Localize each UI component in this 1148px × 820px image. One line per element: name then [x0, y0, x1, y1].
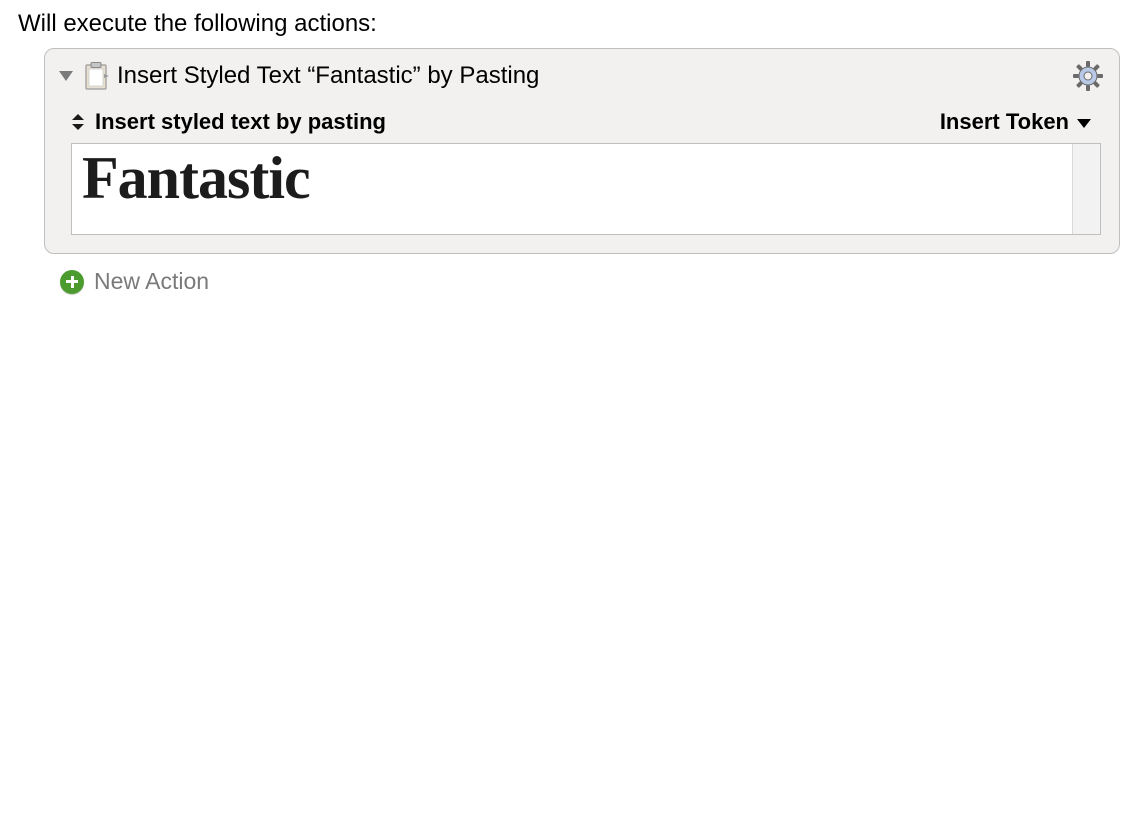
new-action-label: New Action	[94, 268, 209, 295]
action-subtitle-row: Insert styled text by pasting Insert Tok…	[45, 99, 1119, 143]
insert-token-button[interactable]: Insert Token	[940, 109, 1091, 135]
gear-icon	[1072, 60, 1104, 92]
clipboard-icon	[83, 62, 109, 90]
disclosure-triangle-icon[interactable]	[59, 71, 73, 81]
section-header: Will execute the following actions:	[0, 0, 1148, 48]
insert-token-label: Insert Token	[940, 109, 1069, 135]
plus-circle-icon	[60, 270, 84, 294]
text-input-container: Fantastic	[45, 143, 1119, 253]
chevron-down-icon	[1077, 119, 1091, 128]
gear-button[interactable]	[1071, 59, 1105, 93]
stepper-icon[interactable]	[71, 112, 85, 132]
styled-text-value[interactable]: Fantastic	[72, 144, 1072, 234]
action-card[interactable]: Insert Styled Text “Fantastic” by Pastin…	[44, 48, 1120, 254]
action-subtitle: Insert styled text by pasting	[95, 109, 940, 135]
action-titlebar: Insert Styled Text “Fantastic” by Pastin…	[45, 49, 1119, 99]
scrollbar[interactable]	[1072, 144, 1100, 234]
action-title: Insert Styled Text “Fantastic” by Pastin…	[117, 62, 1063, 90]
styled-text-field[interactable]: Fantastic	[71, 143, 1101, 235]
new-action-button[interactable]: New Action	[0, 254, 1148, 295]
